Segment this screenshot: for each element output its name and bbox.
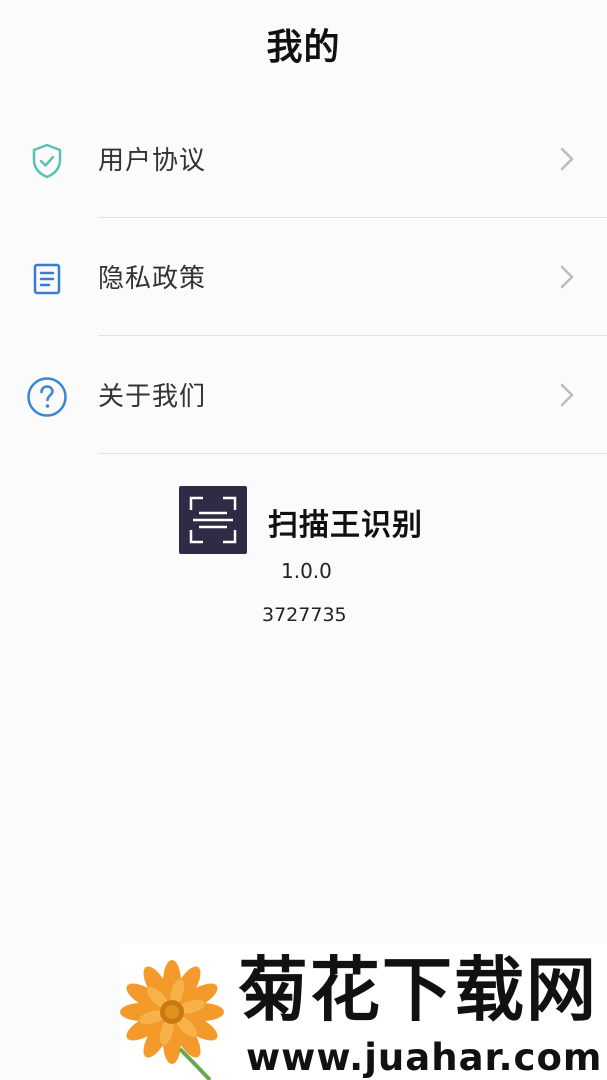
divider xyxy=(98,453,607,454)
menu-item-privacy-policy[interactable]: 隐私政策 xyxy=(0,218,607,336)
menu-item-user-agreement[interactable]: 用户协议 xyxy=(0,100,607,218)
app-version: 1.0.0 xyxy=(281,559,332,583)
menu-item-about-us[interactable]: 关于我们 xyxy=(0,336,607,454)
watermark: 菊花下载网 www.juahar.com xyxy=(120,944,607,1080)
app-logo xyxy=(179,486,247,554)
app-build-code: 3727735 xyxy=(262,604,347,626)
shield-check-icon xyxy=(24,138,70,184)
page-title: 我的 xyxy=(266,27,341,68)
chevron-right-icon xyxy=(560,383,574,407)
menu-item-label: 关于我们 xyxy=(98,382,207,412)
document-icon xyxy=(24,256,70,302)
flower-icon xyxy=(120,960,224,1080)
chevron-right-icon xyxy=(560,265,574,289)
scan-icon xyxy=(189,496,237,544)
menu-item-label: 隐私政策 xyxy=(98,264,207,294)
settings-menu: 用户协议 隐私政策 关于我们 xyxy=(0,100,607,454)
question-circle-icon xyxy=(24,374,70,420)
chevron-right-icon xyxy=(560,147,574,171)
watermark-url: www.juahar.com xyxy=(246,1036,603,1079)
app-name: 扫描王识别 xyxy=(268,508,423,543)
menu-item-label: 用户协议 xyxy=(98,146,207,176)
watermark-title: 菊花下载网 xyxy=(238,949,598,1031)
